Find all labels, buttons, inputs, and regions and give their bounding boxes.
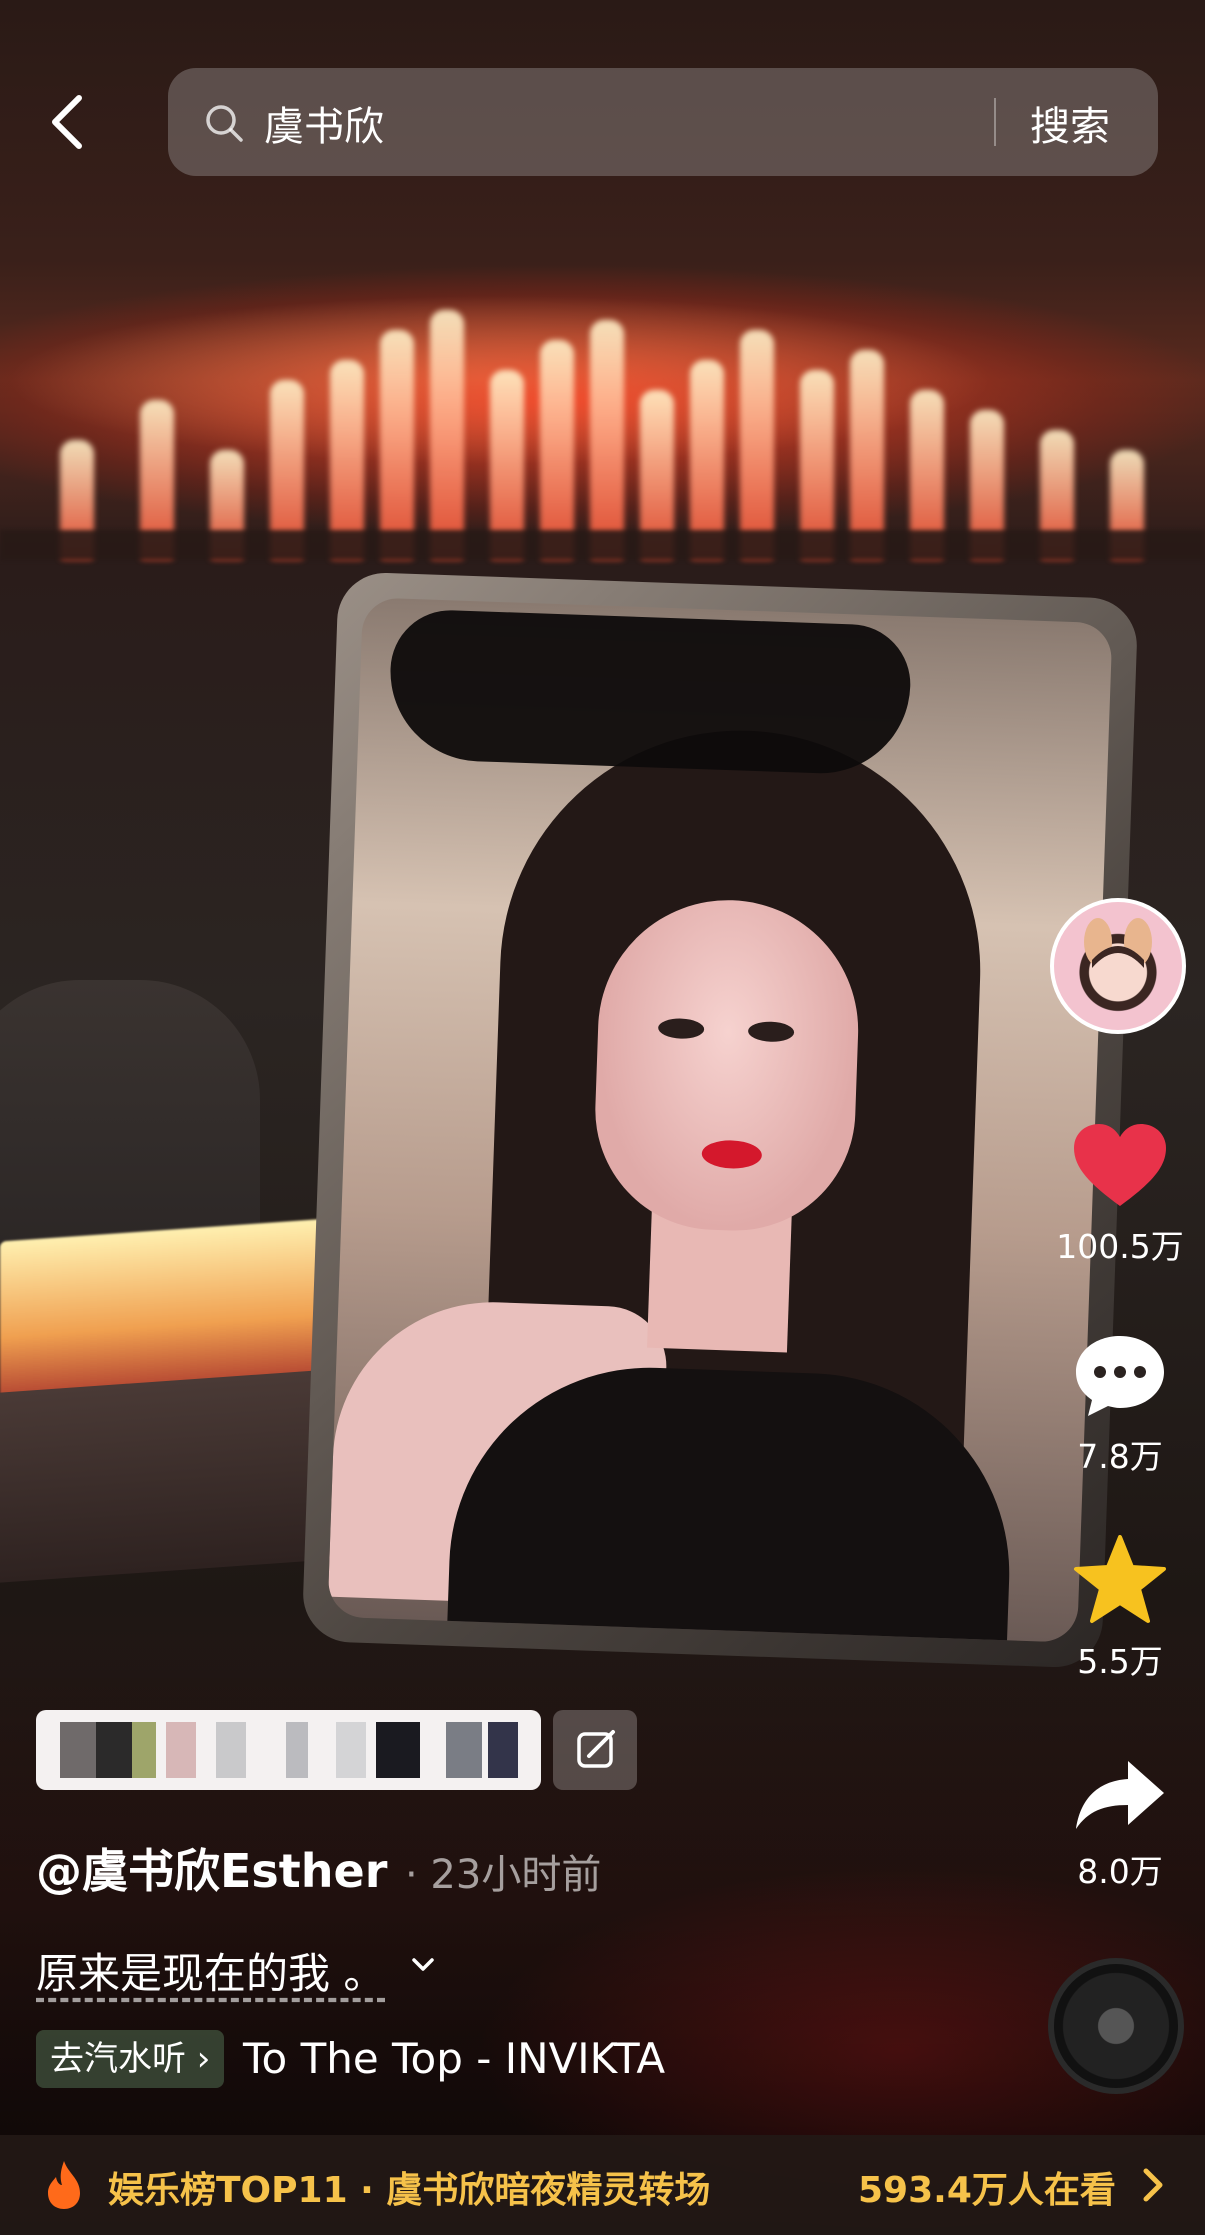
portrait-eye-right: [747, 1020, 795, 1043]
favorite-count: 5.5万: [1077, 1642, 1163, 1681]
music-title[interactable]: To The Top - INVIKTA: [243, 2030, 665, 2088]
chevron-left-icon: [52, 95, 82, 149]
search-divider: [994, 98, 996, 146]
comment-icon: [1076, 1336, 1164, 1416]
portrait-bow: [387, 608, 913, 777]
mosaic-tag[interactable]: [36, 1710, 541, 1790]
like-button[interactable]: 100.5万: [1040, 1120, 1200, 1268]
portrait-face: [591, 895, 863, 1235]
music-disc[interactable]: [1048, 1958, 1184, 2094]
comment-button[interactable]: 7.8万: [1040, 1330, 1200, 1478]
post-time: · 23小时前: [405, 1852, 602, 1898]
listen-in-qishui-button[interactable]: 去汽水听 ›: [36, 2030, 225, 2088]
search-button[interactable]: 搜索: [1030, 94, 1110, 152]
bar-shelf: [0, 530, 1205, 560]
share-button[interactable]: 8.0万: [1040, 1755, 1200, 1893]
post-caption[interactable]: 原来是现在的我 。: [36, 1940, 385, 2001]
favorite-button[interactable]: 5.5万: [1040, 1535, 1200, 1683]
avatar-portrait: [1084, 918, 1152, 998]
search-bar[interactable]: 虞书欣 搜索: [168, 68, 1158, 176]
mirror-portrait: [327, 597, 1113, 1643]
back-button[interactable]: [45, 92, 95, 152]
search-input[interactable]: 虞书欣: [264, 94, 384, 152]
author-avatar[interactable]: [1050, 898, 1186, 1034]
chevron-down-icon[interactable]: [408, 1950, 438, 1980]
author-name[interactable]: @虞书欣Esther: [36, 1835, 387, 1901]
fire-icon: [48, 2161, 80, 2209]
hot-list-bar[interactable]: 娱乐榜TOP11 · 虞书欣暗夜精灵转场 593.4万人在看: [0, 2135, 1205, 2235]
like-count: 100.5万: [1056, 1227, 1184, 1266]
edit-tag-button[interactable]: [553, 1710, 637, 1790]
star-icon: [1074, 1535, 1166, 1623]
edit-icon: [577, 1730, 615, 1768]
search-icon: [206, 105, 243, 142]
chevron-right-icon: [1143, 2168, 1163, 2202]
bar-bottles: [0, 230, 1205, 560]
share-icon: [1076, 1761, 1164, 1829]
heart-icon: [1074, 1124, 1166, 1206]
portrait-lips: [701, 1139, 763, 1170]
viewer-count: 593.4万人在看: [858, 2170, 1116, 2211]
share-count: 8.0万: [1077, 1852, 1163, 1891]
hot-list-label: 娱乐榜TOP11 · 虞书欣暗夜精灵转场: [108, 2170, 711, 2211]
portrait-eye-left: [657, 1017, 705, 1040]
comment-count: 7.8万: [1077, 1437, 1163, 1476]
